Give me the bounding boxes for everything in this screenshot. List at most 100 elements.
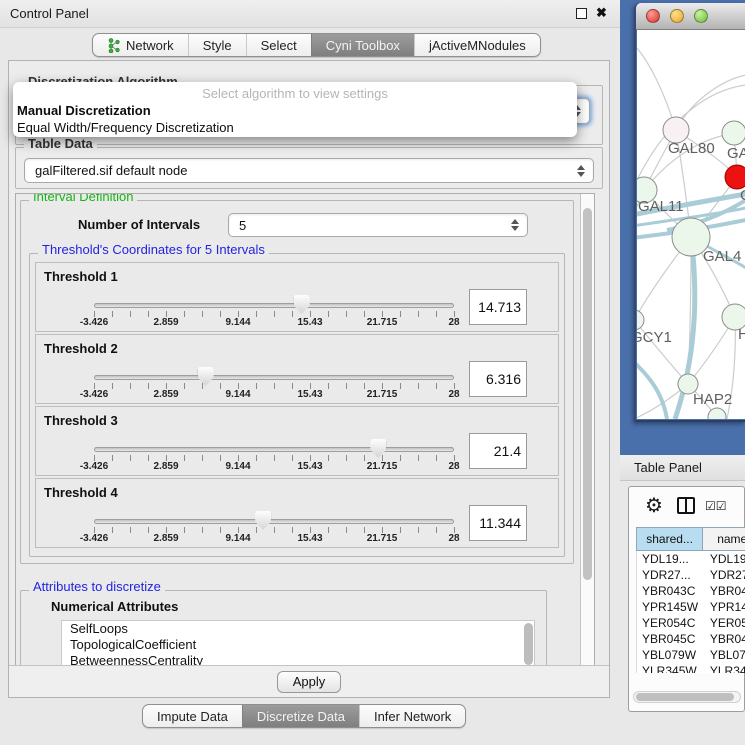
network-canvas[interactable]: GAL80 GA C GAL11 GAL4 GCY1 H HAP2: [637, 30, 745, 419]
tab-cyni-toolbox[interactable]: Cyni Toolbox: [311, 34, 414, 56]
list-item[interactable]: TopologicalCoefficient: [62, 637, 534, 653]
gear-icon[interactable]: ⚙: [645, 493, 663, 518]
node-selected-red[interactable]: [725, 165, 745, 189]
checkbox-icons[interactable]: ☑☑: [705, 499, 727, 513]
tick-label: 2.859: [153, 317, 178, 328]
settings-scrollbar[interactable]: [580, 194, 594, 666]
table-rows: YDL19...YDL19YDR27...YDR27YBR043CYBR043C…: [636, 551, 745, 673]
network-graph: GAL80 GA C GAL11 GAL4 GCY1 H HAP2: [637, 30, 745, 419]
cell-name[interactable]: YDL19: [704, 551, 745, 567]
num-intervals-combobox[interactable]: 5: [228, 213, 528, 237]
cell-shared-name[interactable]: YDR27...: [637, 567, 704, 583]
slider-tick-labels: -3.4262.8599.14415.4321.71528: [84, 533, 464, 545]
close-traffic-light-icon[interactable]: [646, 9, 660, 23]
close-icon[interactable]: ✖: [596, 5, 607, 21]
network-window[interactable]: GAL80 GA C GAL11 GAL4 GCY1 H HAP2: [634, 3, 745, 422]
table-horizontal-scrollbar[interactable]: [633, 691, 741, 703]
slider-track[interactable]: [94, 519, 454, 524]
network-window-titlebar[interactable]: [636, 3, 745, 30]
cell-name[interactable]: YLR345W: [704, 663, 745, 673]
tab-discretize-data[interactable]: Discretize Data: [242, 705, 359, 727]
threshold-row: Threshold 3 -3.4262.8599.14415.4321.7152…: [35, 406, 559, 476]
slider-track[interactable]: [94, 375, 454, 380]
tick-label: 9.144: [225, 461, 250, 472]
list-item[interactable]: SelfLoops: [62, 621, 534, 637]
tab-label: jActiveMNodules: [429, 38, 526, 53]
tab-jactivemnodules[interactable]: jActiveMNodules: [414, 34, 540, 56]
svg-text:GAL11: GAL11: [638, 198, 684, 215]
cell-shared-name[interactable]: YBR043C: [637, 583, 704, 599]
node-gcy1[interactable]: [637, 310, 644, 330]
dropdown-item-equal-width[interactable]: Equal Width/Frequency Discretization: [17, 120, 573, 136]
column-layout-icon[interactable]: [677, 497, 695, 514]
numerical-attributes-label: Numerical Attributes: [51, 599, 178, 614]
tick-label: 28: [448, 461, 459, 472]
tick-label: 9.144: [225, 533, 250, 544]
slider-track[interactable]: [94, 447, 454, 452]
cell-name[interactable]: YBL079W: [704, 647, 745, 663]
cell-shared-name[interactable]: YDL19...: [637, 551, 704, 567]
slider-track[interactable]: [94, 303, 454, 308]
tab-impute-data[interactable]: Impute Data: [143, 705, 242, 727]
interval-definition-group: Interval Definition Number of Intervals …: [20, 200, 574, 564]
num-intervals-label: Number of Intervals: [78, 217, 200, 232]
threshold-row: Threshold 1 -3.4262.8599.14415.4321.7152…: [35, 262, 559, 332]
threshold-value-field[interactable]: 21.4: [469, 433, 527, 469]
tick-label: 28: [448, 389, 459, 400]
tick-label: 28: [448, 317, 459, 328]
cell-shared-name[interactable]: YLR345W: [637, 663, 704, 673]
tick-label: 21.715: [367, 461, 398, 472]
cell-shared-name[interactable]: YBR045C: [637, 631, 704, 647]
tab-infer-network[interactable]: Infer Network: [359, 705, 465, 727]
table-row[interactable]: YBR043CYBR043C: [637, 583, 745, 599]
tick-label: 15.43: [297, 461, 322, 472]
cell-name[interactable]: YPR145W: [704, 599, 745, 615]
cell-shared-name[interactable]: YBL079W: [637, 647, 704, 663]
table-row[interactable]: YBL079WYBL079W: [637, 647, 745, 663]
table-scrollbar-thumb[interactable]: [636, 693, 734, 701]
cell-name[interactable]: YDR27: [704, 567, 745, 583]
table-row[interactable]: YDL19...YDL19: [637, 551, 745, 567]
minimize-traffic-light-icon[interactable]: [670, 9, 684, 23]
tab-style[interactable]: Style: [188, 34, 246, 56]
column-header-shared-name[interactable]: shared...: [636, 527, 703, 551]
cell-name[interactable]: YBR045C: [704, 631, 745, 647]
table-row[interactable]: YPR145WYPR145W: [637, 599, 745, 615]
tab-network[interactable]: Network: [93, 34, 188, 56]
list-scrollbar-thumb[interactable]: [524, 623, 533, 665]
network-desktop: GAL80 GA C GAL11 GAL4 GCY1 H HAP2: [620, 0, 745, 455]
column-header-name[interactable]: name: [703, 527, 745, 551]
tab-label: Discretize Data: [257, 709, 345, 724]
cell-shared-name[interactable]: YER054C: [637, 615, 704, 631]
threshold-value-field[interactable]: 14.713: [469, 289, 527, 325]
table-row[interactable]: YBR045CYBR045C: [637, 631, 745, 647]
table-row[interactable]: YDR27...YDR27: [637, 567, 745, 583]
table-row[interactable]: YER054CYER054C: [637, 615, 745, 631]
threshold-value-field[interactable]: 6.316: [469, 361, 527, 397]
network-icon: [107, 38, 120, 53]
zoom-traffic-light-icon[interactable]: [694, 9, 708, 23]
combobox-stepper-icon: [575, 159, 587, 182]
table-toolbar: ⚙ ☑☑: [629, 487, 744, 525]
cell-name[interactable]: YER054C: [704, 615, 745, 631]
table-row[interactable]: YLR345WYLR345W: [637, 663, 745, 673]
tick-label: 28: [448, 533, 459, 544]
table-data-combobox[interactable]: galFiltered.sif default node: [24, 158, 594, 183]
dropdown-item-manual[interactable]: Manual Discretization: [17, 103, 573, 119]
tab-select[interactable]: Select: [246, 34, 311, 56]
node-ga[interactable]: [722, 121, 745, 145]
numerical-attributes-list[interactable]: SelfLoopsTopologicalCoefficientBetweenne…: [61, 620, 535, 667]
settings-scrollbar-thumb[interactable]: [583, 208, 592, 580]
cell-name[interactable]: YBR043C: [704, 583, 745, 599]
apply-button[interactable]: Apply: [277, 671, 341, 693]
tab-label: Select: [261, 38, 297, 53]
tab-label: Infer Network: [374, 709, 451, 724]
tick-label: -3.426: [80, 533, 108, 544]
threshold-value-field[interactable]: 11.344: [469, 505, 527, 541]
float-window-icon[interactable]: [576, 8, 587, 19]
tick-label: 9.144: [225, 317, 250, 328]
threshold-label: Threshold 2: [44, 341, 118, 356]
tab-label: Cyni Toolbox: [326, 38, 400, 53]
cell-shared-name[interactable]: YPR145W: [637, 599, 704, 615]
table-header-row: shared... name: [636, 527, 745, 551]
